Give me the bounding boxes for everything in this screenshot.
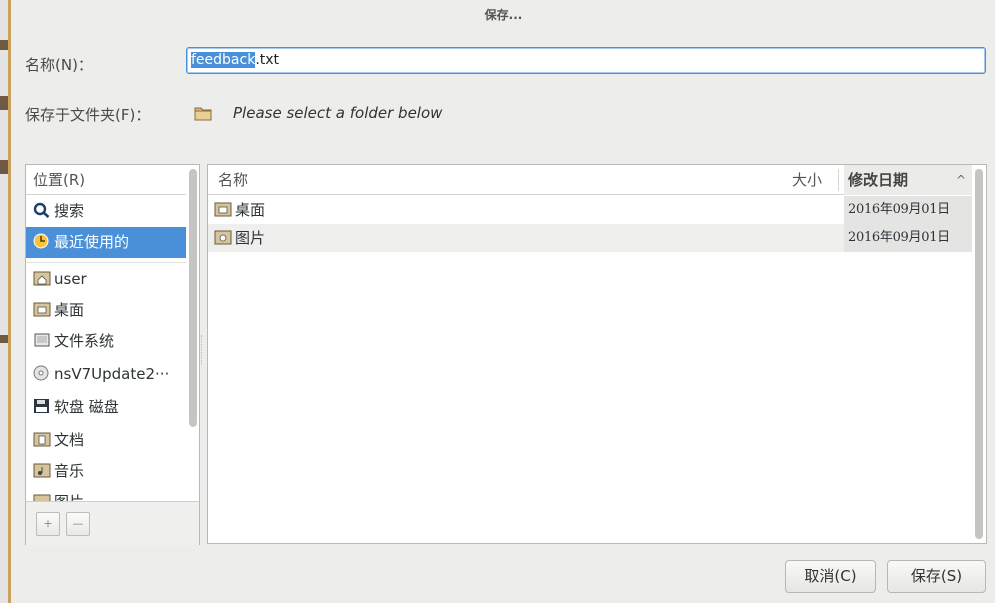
place-item-label: 文件系统 bbox=[54, 332, 115, 350]
desktop-folder-icon bbox=[214, 202, 232, 217]
place-item-filesystem[interactable]: 文件系统 bbox=[26, 326, 186, 357]
edge-mark bbox=[0, 96, 8, 110]
place-item-label: 文档 bbox=[54, 431, 85, 449]
place-item-documents[interactable]: 文档 bbox=[26, 425, 186, 456]
folder-hint-text: Please select a folder below bbox=[233, 104, 443, 122]
file-name-cell: 图片 bbox=[214, 224, 265, 252]
file-row[interactable]: 图片 2016年09月01日 bbox=[208, 224, 972, 252]
place-item-disc[interactable]: nsV7Update2··· bbox=[26, 359, 186, 390]
place-item-music[interactable]: 音乐 bbox=[26, 456, 186, 487]
column-date-header[interactable]: 修改日期 ^ bbox=[844, 165, 972, 195]
window-edge-stripe bbox=[8, 0, 11, 603]
pictures-folder-icon bbox=[214, 230, 232, 245]
filename-extension-text: .txt bbox=[255, 52, 280, 68]
search-icon bbox=[33, 202, 50, 218]
floppy-icon bbox=[34, 399, 49, 413]
folder-icon bbox=[194, 107, 212, 121]
place-item-search[interactable]: 搜索 bbox=[26, 196, 186, 227]
place-item-desktop[interactable]: 桌面 bbox=[26, 295, 186, 326]
place-item-label: 搜索 bbox=[54, 202, 85, 220]
remove-place-button[interactable]: — bbox=[66, 512, 90, 536]
file-row[interactable]: 桌面 2016年09月01日 bbox=[208, 196, 972, 224]
dialog-title: 保存... bbox=[484, 8, 523, 22]
place-item-label: user bbox=[54, 270, 87, 288]
pane-resize-handle[interactable] bbox=[201, 335, 205, 365]
file-list-scrollbar[interactable] bbox=[975, 169, 983, 539]
file-name-cell: 桌面 bbox=[214, 196, 265, 224]
save-button[interactable]: 保存(S) bbox=[887, 560, 986, 593]
place-item-label: 音乐 bbox=[54, 462, 85, 480]
column-date-label: 修改日期 bbox=[848, 171, 909, 189]
place-item-pictures[interactable]: 图片 bbox=[26, 487, 186, 501]
save-folder-label: 保存于文件夹(F)： bbox=[25, 106, 151, 124]
places-footer: + — bbox=[26, 501, 199, 545]
file-date-cell: 2016年09月01日 bbox=[844, 224, 972, 252]
place-item-label: 最近使用的 bbox=[54, 233, 130, 251]
place-item-label: 软盘 磁盘 bbox=[54, 398, 119, 416]
edge-mark bbox=[0, 160, 8, 174]
column-divider bbox=[838, 169, 839, 191]
place-item-label: nsV7Update2··· bbox=[54, 365, 170, 383]
place-item-home[interactable]: user bbox=[26, 264, 186, 295]
places-separator bbox=[26, 262, 186, 263]
places-sidebar: 位置(R) 搜索 最近使用的 user 桌面 文件系统 nsV7Update2·… bbox=[25, 164, 200, 545]
place-item-recent[interactable]: 最近使用的 bbox=[26, 227, 186, 258]
recent-clock-icon bbox=[33, 233, 49, 249]
place-item-label: 桌面 bbox=[54, 301, 85, 319]
documents-folder-icon bbox=[33, 432, 51, 447]
add-place-button[interactable]: + bbox=[36, 512, 60, 536]
name-label: 名称(N)： bbox=[25, 56, 93, 74]
file-name-label: 图片 bbox=[235, 229, 266, 247]
pictures-folder-icon bbox=[33, 494, 51, 501]
disc-icon bbox=[33, 365, 49, 381]
edge-mark bbox=[0, 40, 8, 50]
place-item-label: 图片 bbox=[54, 493, 84, 501]
filename-selected-text: feedback bbox=[191, 52, 256, 68]
filesystem-icon bbox=[34, 333, 50, 347]
cancel-button[interactable]: 取消(C) bbox=[785, 560, 876, 593]
places-scrollbar[interactable] bbox=[189, 169, 197, 427]
filename-input[interactable]: feedback.txt bbox=[186, 47, 986, 74]
column-name-header[interactable]: 名称 bbox=[218, 165, 248, 195]
place-item-floppy[interactable]: 软盘 磁盘 bbox=[26, 392, 186, 423]
file-list: 名称 大小 修改日期 ^ 桌面 2016年09月01日 图片 2016年09月01… bbox=[207, 164, 987, 544]
edge-mark bbox=[0, 335, 8, 343]
file-date-cell: 2016年09月01日 bbox=[844, 196, 972, 224]
file-name-label: 桌面 bbox=[235, 201, 266, 219]
home-folder-icon bbox=[33, 271, 51, 286]
places-header: 位置(R) bbox=[26, 165, 186, 195]
music-folder-icon bbox=[33, 463, 51, 478]
sort-ascending-icon: ^ bbox=[955, 173, 966, 187]
desktop-folder-icon bbox=[33, 302, 51, 317]
file-list-header: 名称 大小 修改日期 ^ bbox=[208, 165, 972, 195]
column-size-header[interactable]: 大小 bbox=[792, 165, 822, 195]
